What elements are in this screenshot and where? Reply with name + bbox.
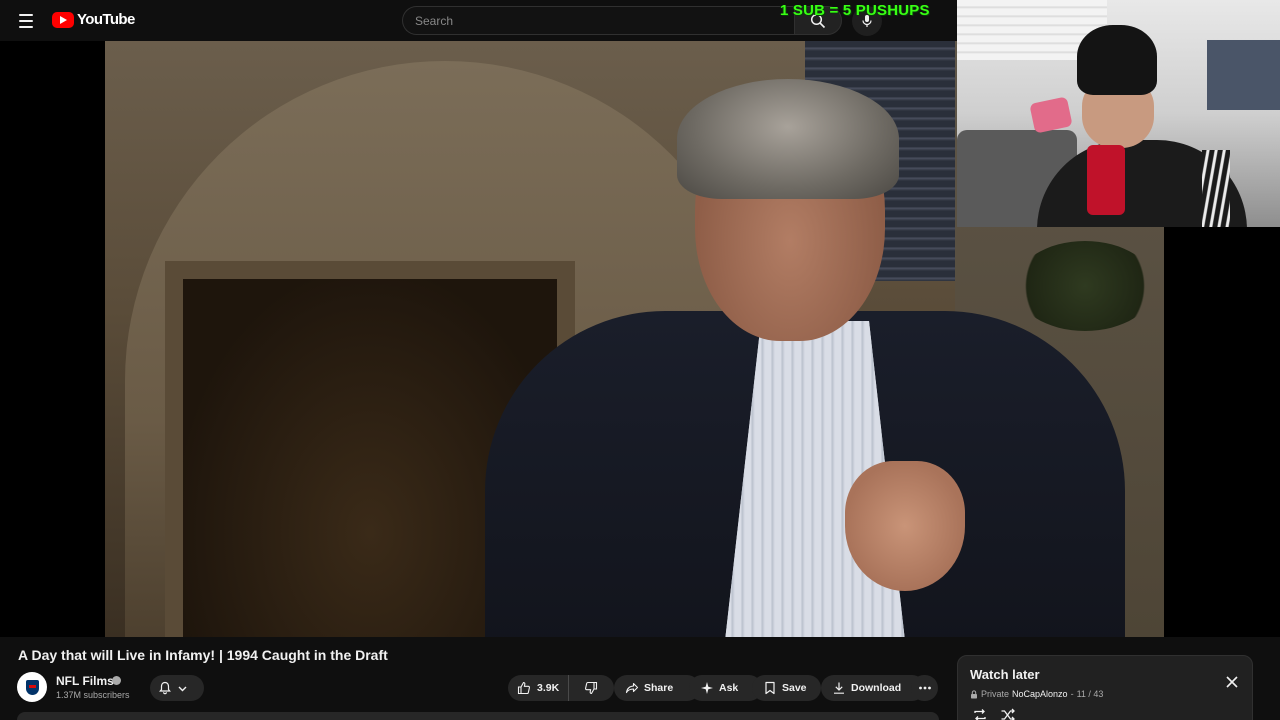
playlist-title[interactable]: Watch later	[970, 667, 1040, 682]
thumbs-down-icon	[585, 681, 598, 695]
subscriber-count: 1.37M subscribers	[56, 690, 130, 700]
youtube-logo[interactable]: YouTube	[52, 11, 135, 28]
close-icon[interactable]	[1224, 674, 1240, 690]
playlist-panel: Watch later Private NoCapAlonzo - 11 / 4…	[957, 655, 1253, 720]
like-button[interactable]: 3.9K	[517, 675, 570, 701]
like-dislike-segment: 3.9K	[508, 675, 614, 701]
nfl-shield-icon	[25, 679, 39, 695]
webcam-red-cup	[1087, 145, 1125, 215]
share-button[interactable]: Share	[614, 675, 700, 701]
like-count: 3.9K	[537, 682, 560, 694]
thumbs-up-icon	[517, 681, 530, 695]
youtube-play-icon	[52, 11, 74, 28]
logo-text: YouTube	[77, 11, 135, 28]
description-box[interactable]	[17, 712, 939, 720]
sparkle-icon	[701, 682, 713, 694]
playlist-owner[interactable]: NoCapAlonzo	[1012, 689, 1068, 699]
download-button[interactable]: Download	[821, 675, 925, 701]
share-icon	[625, 682, 639, 694]
scene-plant	[1015, 241, 1155, 331]
webcam-jacket-stripes	[1202, 150, 1230, 227]
channel-row: NFL Films 1.37M subscribers 3.9K Share A…	[17, 672, 947, 704]
webcam-window	[1207, 40, 1280, 110]
playlist-privacy: Private	[981, 689, 1010, 699]
interviewee-hair	[677, 79, 899, 199]
lock-icon	[971, 689, 977, 698]
chevron-down-icon	[178, 686, 187, 691]
loop-icon[interactable]	[972, 708, 988, 720]
more-actions-button[interactable]	[911, 675, 938, 701]
save-button[interactable]: Save	[752, 675, 821, 701]
search-box[interactable]	[402, 6, 794, 35]
channel-name[interactable]: NFL Films	[56, 674, 114, 688]
download-label: Download	[851, 682, 902, 694]
video-title: A Day that will Live in Infamy! | 1994 C…	[18, 647, 388, 663]
download-icon	[834, 682, 844, 694]
playlist-meta: Private NoCapAlonzo - 11 / 43	[970, 689, 1103, 699]
bell-icon	[159, 681, 171, 695]
notification-bell-button[interactable]	[150, 675, 204, 701]
search-input[interactable]	[403, 7, 794, 34]
shuffle-icon[interactable]	[1000, 708, 1016, 720]
share-label: Share	[644, 682, 674, 694]
stream-overlay-text: 1 SUB = 5 PUSHUPS	[780, 2, 930, 19]
menu-icon[interactable]	[12, 8, 40, 34]
interviewee-hand	[845, 461, 965, 591]
save-label: Save	[782, 682, 807, 694]
webcam-overlay	[957, 0, 1280, 227]
playlist-position: 11 / 43	[1076, 689, 1104, 699]
more-horizontal-icon	[918, 686, 931, 690]
playlist-separator: -	[1070, 689, 1074, 699]
webcam-streamer-beanie	[1077, 25, 1157, 95]
channel-avatar[interactable]	[17, 672, 47, 702]
bookmark-icon	[765, 681, 775, 695]
webcam-pillow	[1029, 96, 1073, 134]
ask-label: Ask	[719, 682, 739, 694]
verified-badge-icon	[112, 676, 121, 685]
dislike-button[interactable]	[574, 675, 598, 701]
